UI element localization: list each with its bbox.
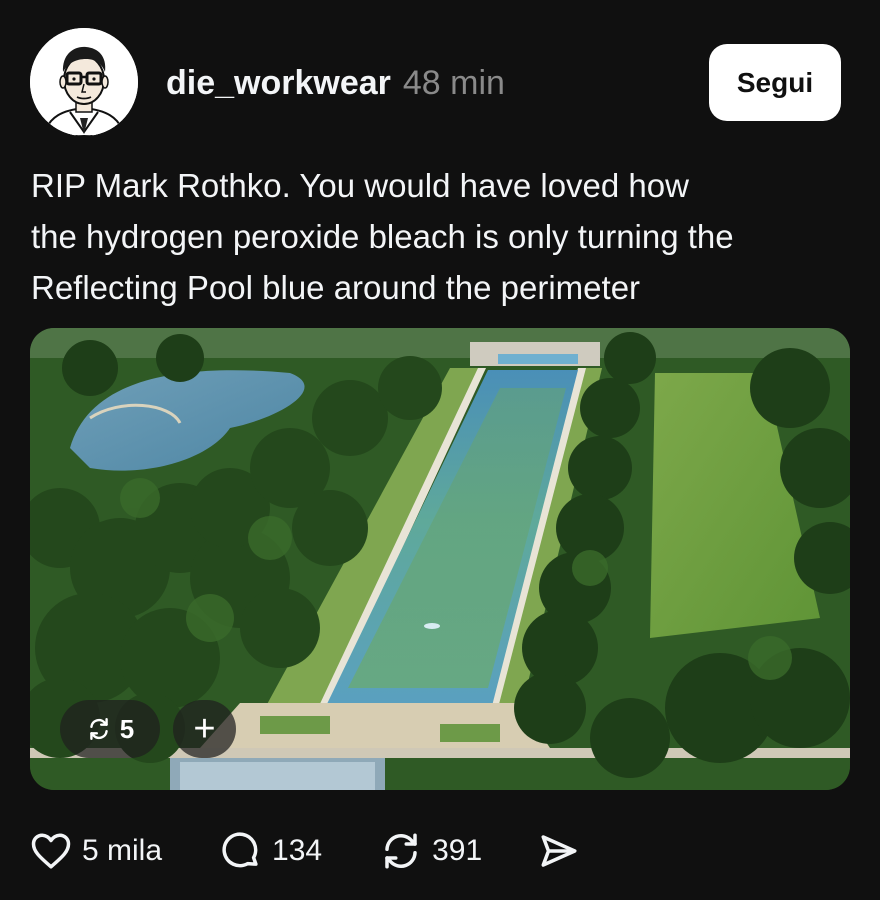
caption-line: Reflecting Pool blue around the perimete… xyxy=(31,269,641,306)
follow-button[interactable]: Segui xyxy=(709,44,841,121)
add-button[interactable]: + xyxy=(173,700,236,758)
action-bar: 5 mila 134 391 xyxy=(30,826,580,876)
comment-icon xyxy=(222,832,258,868)
plus-icon: + xyxy=(193,708,216,750)
repost-count-pill[interactable]: 5 xyxy=(60,700,160,758)
thread-post: die_workwear 48 min Segui RIP Mark Rothk… xyxy=(0,0,880,900)
avatar-illustration-icon xyxy=(30,28,138,136)
like-button[interactable]: 5 mila xyxy=(30,831,162,871)
repost-icon xyxy=(89,718,108,740)
repost-count: 391 xyxy=(432,834,483,867)
share-button[interactable] xyxy=(538,831,580,871)
heart-icon xyxy=(31,833,71,869)
repost-icon xyxy=(385,833,417,869)
comment-button[interactable]: 134 xyxy=(220,830,322,872)
caption-line: RIP Mark Rothko. You would have loved ho… xyxy=(31,167,689,204)
like-count: 5 mila xyxy=(82,834,163,867)
repost-pill-count: 5 xyxy=(119,713,135,744)
post-header: die_workwear 48 min xyxy=(166,58,505,108)
send-icon xyxy=(541,835,577,867)
repost-button[interactable]: 391 xyxy=(380,830,482,872)
comment-count: 134 xyxy=(272,834,323,867)
post-caption: RIP Mark Rothko. You would have loved ho… xyxy=(31,160,851,313)
avatar[interactable] xyxy=(30,28,138,136)
post-time: 48 min xyxy=(402,63,505,102)
caption-line: the hydrogen peroxide bleach is only tur… xyxy=(31,218,734,255)
username[interactable]: die_workwear xyxy=(166,64,391,103)
